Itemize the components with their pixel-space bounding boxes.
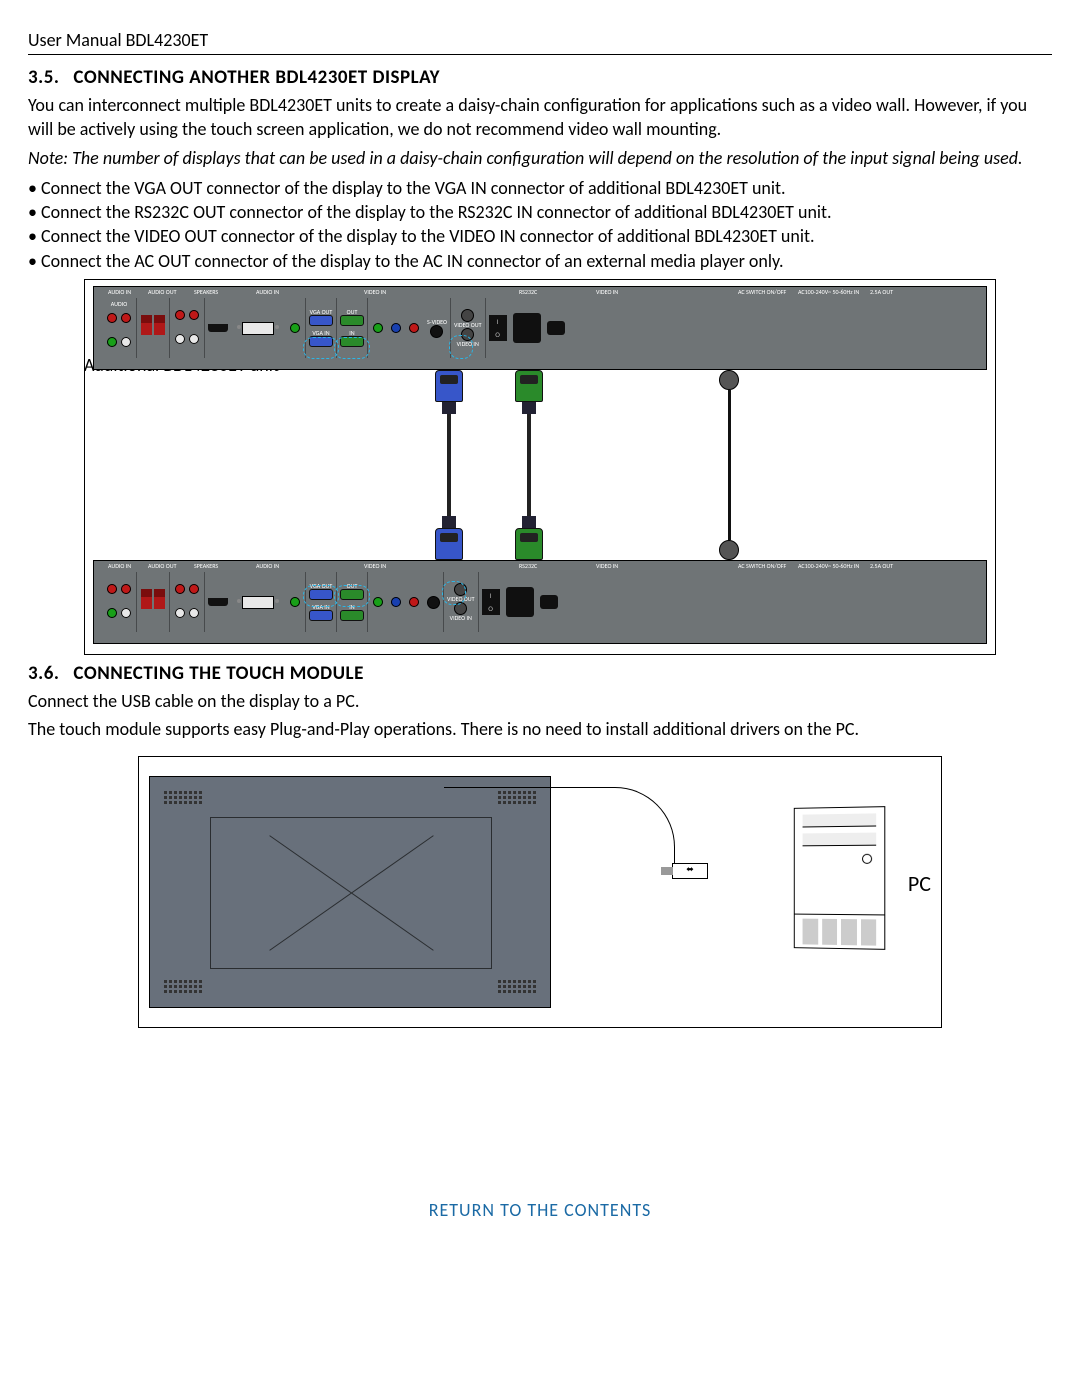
section-36-number: 3.6.: [28, 662, 59, 685]
audio12-jacks: [173, 304, 201, 353]
section-35-intro: You can interconnect multiple BDL4230ET …: [28, 93, 1052, 142]
label-audio-in2: AUDIO IN: [256, 289, 279, 295]
audio-in-out-jacks: AUDIO: [105, 301, 133, 356]
section-35-number: 3.5.: [28, 66, 59, 89]
vga-ports: VGA OUT VGA IN: [309, 309, 333, 347]
pc-label: PC: [908, 869, 931, 899]
vga-out-port: [309, 315, 333, 326]
label-ac-in: AC100-240V~ 50-60Hz IN: [798, 289, 859, 295]
vga-in-port: [309, 336, 333, 347]
dvi-port: [242, 322, 274, 335]
bullet-rs232: Connect the RS232C OUT connector of the …: [28, 200, 1052, 224]
label-video-in-comp: VIDEO IN: [596, 289, 618, 295]
label-rs232c: RS232C: [519, 289, 537, 295]
hdmi-port: [208, 324, 228, 332]
return-to-contents-link[interactable]: RETURN TO THE CONTENTS: [28, 1198, 1052, 1222]
ac-in-socket: [513, 313, 541, 343]
hdmi-dvi-ports: [208, 321, 302, 335]
label-audio-in: AUDIO IN: [108, 289, 131, 295]
daisy-chain-diagram: AUDIO IN AUDIO OUT SPEAKERS AUDIO IN VID…: [84, 279, 996, 655]
bullet-vga: Connect the VGA OUT connector of the dis…: [28, 176, 1052, 200]
svideo-port: S-VIDEO: [427, 319, 447, 338]
section-35-bullets: Connect the VGA OUT connector of the dis…: [28, 176, 1052, 273]
page-header: User Manual BDL4230ET: [28, 28, 1052, 52]
section-36-title: CONNECTING THE TOUCH MODULE: [73, 662, 363, 685]
usb-plug-icon: ⬌: [672, 863, 708, 879]
rear-panel-main: AUDIO IN AUDIO OUT SPEAKERS AUDIO IN VID…: [93, 560, 987, 644]
section-35-title: CONNECTING ANOTHER BDL4230ET DISPLAY: [73, 66, 440, 89]
label-audio-out: AUDIO OUT: [148, 289, 177, 295]
speaker-terminals: [140, 314, 166, 342]
label-speakers: SPEAKERS: [194, 289, 218, 295]
rear-panel-additional: AUDIO IN AUDIO OUT SPEAKERS AUDIO IN VID…: [93, 286, 987, 370]
label-ac-out: 2.5A OUT: [870, 289, 893, 295]
rs232-out-port: [340, 315, 364, 326]
bullet-video: Connect the VIDEO OUT connector of the d…: [28, 224, 1052, 248]
pc-tower-icon: [794, 806, 886, 950]
rs232-ports: OUT IN: [340, 309, 364, 347]
rs232-in-port: [340, 336, 364, 347]
section-36-heading: 3.6. CONNECTING THE TOUCH MODULE: [28, 661, 1052, 687]
power-switch: IO: [489, 315, 507, 341]
connecting-cables: [93, 370, 987, 560]
label-ac-switch: AC SWITCH ON/OFF: [738, 289, 786, 295]
header-rule: [28, 54, 1052, 55]
usb-cable: [444, 787, 675, 868]
ac-out-socket: [547, 321, 565, 335]
vga-cable: [434, 370, 464, 560]
rs232-cable: [514, 370, 544, 560]
bnc-video-ports: VIDEO OUT VIDEO IN: [454, 309, 482, 347]
label-video-in: VIDEO IN: [364, 289, 386, 295]
bullet-ac: Connect the AC OUT connector of the disp…: [28, 249, 1052, 273]
bnc-cable: [714, 370, 744, 560]
section-35-heading: 3.5. CONNECTING ANOTHER BDL4230ET DISPLAY: [28, 65, 1052, 91]
component-jacks: COMPONENT: [371, 321, 421, 335]
section-36-p1: Connect the USB cable on the display to …: [28, 689, 1052, 713]
touch-module-diagram: ⬌ PC: [138, 756, 942, 1028]
section-36-p2: The touch module supports easy Plug-and-…: [28, 717, 1052, 741]
section-35-note: Note: The number of displays that can be…: [28, 146, 1052, 170]
